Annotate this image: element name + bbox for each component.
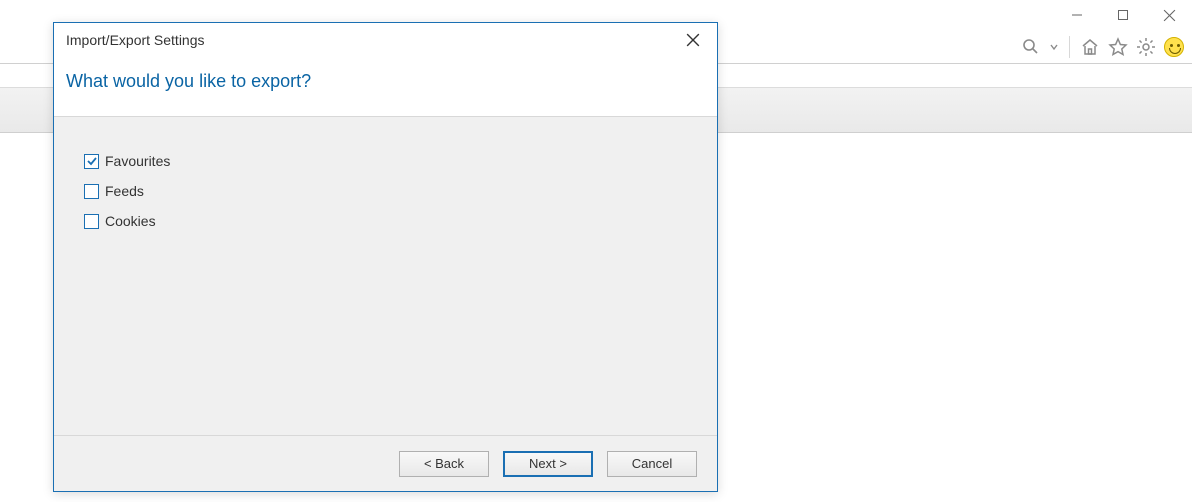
next-button[interactable]: Next > bbox=[503, 451, 593, 477]
import-export-dialog: Import/Export Settings What would you li… bbox=[53, 22, 718, 492]
option-favourites[interactable]: Favourites bbox=[84, 153, 687, 169]
option-feeds[interactable]: Feeds bbox=[84, 183, 687, 199]
cancel-button[interactable]: Cancel bbox=[607, 451, 697, 477]
option-label: Cookies bbox=[105, 213, 156, 229]
option-cookies[interactable]: Cookies bbox=[84, 213, 687, 229]
home-icon[interactable] bbox=[1078, 35, 1102, 59]
dialog-body: Favourites Feeds Cookies bbox=[54, 117, 717, 435]
feedback-smiley-icon[interactable] bbox=[1162, 35, 1186, 59]
favorites-star-icon[interactable] bbox=[1106, 35, 1130, 59]
window-close-button[interactable] bbox=[1146, 0, 1192, 30]
option-label: Favourites bbox=[105, 153, 170, 169]
checkbox-feeds[interactable] bbox=[84, 184, 99, 199]
dialog-heading: What would you like to export? bbox=[54, 57, 717, 117]
checkbox-favourites[interactable] bbox=[84, 154, 99, 169]
back-button[interactable]: < Back bbox=[399, 451, 489, 477]
dialog-footer: < Back Next > Cancel bbox=[54, 435, 717, 491]
window-controls bbox=[1054, 0, 1192, 30]
search-dropdown-icon[interactable] bbox=[1047, 35, 1061, 59]
dialog-title: Import/Export Settings bbox=[66, 32, 205, 48]
checkbox-cookies[interactable] bbox=[84, 214, 99, 229]
search-icon[interactable] bbox=[1019, 35, 1043, 59]
toolbar-separator bbox=[1069, 36, 1070, 58]
dialog-close-button[interactable] bbox=[679, 26, 707, 54]
minimize-button[interactable] bbox=[1054, 0, 1100, 30]
maximize-button[interactable] bbox=[1100, 0, 1146, 30]
settings-gear-icon[interactable] bbox=[1134, 35, 1158, 59]
dialog-titlebar: Import/Export Settings bbox=[54, 23, 717, 57]
option-label: Feeds bbox=[105, 183, 144, 199]
